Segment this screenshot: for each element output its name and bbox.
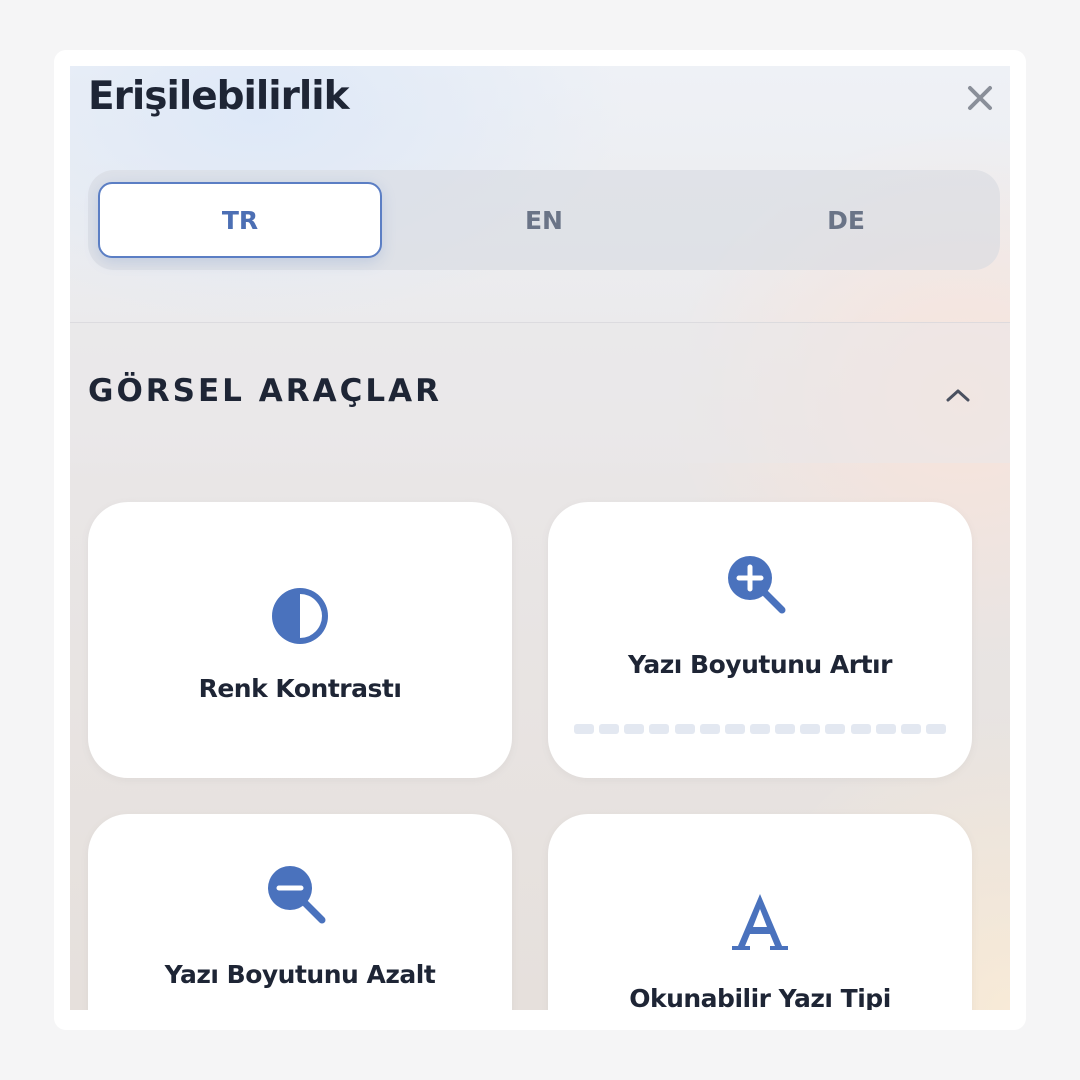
accessibility-panel: Erişilebilirlik TR EN DE GÖRSEL ARAÇLAR xyxy=(70,66,1010,1010)
text-size-level-segment xyxy=(599,724,620,734)
text-size-level-segment xyxy=(875,724,896,734)
tool-card-decrease-text-size[interactable]: Yazı Boyutunu Azalt xyxy=(88,814,512,1010)
text-size-level-indicator xyxy=(574,724,946,734)
close-icon xyxy=(968,86,992,110)
text-size-level-segment xyxy=(900,724,921,734)
accessibility-widget: Erişilebilirlik TR EN DE GÖRSEL ARAÇLAR xyxy=(54,50,1026,1030)
tool-card-readable-font[interactable]: Okunabilir Yazı Tipi xyxy=(548,814,972,1010)
text-size-level-segment xyxy=(724,724,745,734)
zoom-in-icon xyxy=(724,552,794,622)
panel-title: Erişilebilirlik xyxy=(88,74,350,119)
tab-label: EN xyxy=(524,205,563,235)
tool-label: Renk Kontrastı xyxy=(198,674,402,703)
tab-language-en[interactable]: EN xyxy=(402,182,686,258)
tool-label: Yazı Boyutunu Artır xyxy=(628,650,892,679)
tab-label: TR xyxy=(221,205,259,235)
section-title: GÖRSEL ARAÇLAR xyxy=(88,373,442,409)
text-size-level-segment xyxy=(674,724,695,734)
text-size-level-segment xyxy=(925,724,946,734)
tab-language-tr[interactable]: TR xyxy=(98,182,382,258)
text-size-level-segment xyxy=(850,724,871,734)
tab-language-de[interactable]: DE xyxy=(704,182,988,258)
letter-a-icon xyxy=(730,890,790,954)
close-button[interactable] xyxy=(960,78,1000,118)
text-size-level-segment xyxy=(624,724,645,734)
text-size-level-segment xyxy=(699,724,720,734)
tab-label: DE xyxy=(827,205,865,235)
language-selector: TR EN DE xyxy=(88,170,1000,270)
text-size-level-segment xyxy=(800,724,821,734)
tool-card-increase-text-size[interactable]: Yazı Boyutunu Artır xyxy=(548,502,972,778)
text-size-level-segment xyxy=(825,724,846,734)
text-size-level-segment xyxy=(649,724,670,734)
text-size-level-segment xyxy=(775,724,796,734)
tool-label: Yazı Boyutunu Azalt xyxy=(164,960,436,989)
tool-card-color-contrast[interactable]: Renk Kontrastı xyxy=(88,502,512,778)
collapse-button[interactable] xyxy=(938,375,978,415)
section-header-visual-tools[interactable]: GÖRSEL ARAÇLAR xyxy=(70,322,1010,463)
text-size-level-segment xyxy=(749,724,770,734)
panel-header: Erişilebilirlik TR EN DE xyxy=(70,66,1010,322)
tool-label: Okunabilir Yazı Tipi xyxy=(629,984,891,1010)
contrast-icon xyxy=(266,582,334,650)
zoom-out-icon xyxy=(264,862,334,932)
chevron-up-icon xyxy=(946,389,970,402)
text-size-level-segment xyxy=(574,724,594,734)
